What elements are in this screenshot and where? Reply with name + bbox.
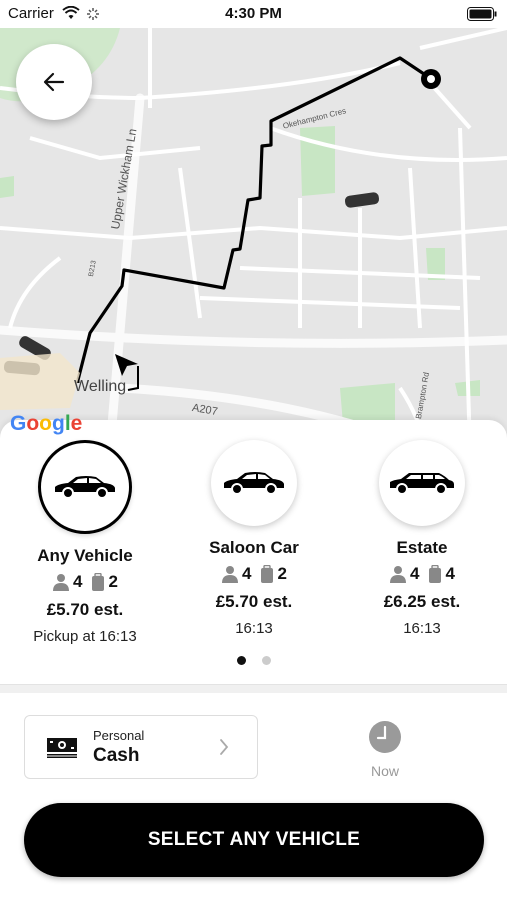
- chevron-right-icon: [220, 739, 229, 755]
- person-icon: [222, 566, 239, 583]
- estate-car-icon: [390, 473, 454, 495]
- person-icon: [53, 574, 70, 591]
- vehicle-option-estate[interactable]: Estate 4 4 £6.25 est. 16:13: [337, 440, 507, 637]
- saloon-car-icon: [224, 472, 284, 495]
- page-dot[interactable]: [261, 656, 271, 665]
- person-icon: [390, 566, 407, 583]
- luggage-count: 2: [277, 564, 287, 583]
- status-bar: Carrier 4:30 PM: [0, 0, 507, 28]
- payment-method-selector[interactable]: Personal Cash: [24, 715, 258, 779]
- vehicle-price: £5.70 est.: [46, 600, 124, 619]
- vehicle-name: Estate: [396, 538, 448, 557]
- luggage-count: 4: [445, 564, 455, 583]
- vehicle-name: Saloon Car: [209, 538, 299, 557]
- back-button[interactable]: [16, 44, 92, 120]
- vehicle-sheet: Any Vehicle 4 2 £5.70 est. Pickup at 16:…: [0, 420, 507, 900]
- vehicle-price: £5.70 est.: [215, 592, 293, 611]
- vehicle-image: [379, 440, 465, 526]
- schedule-label: Now: [370, 763, 399, 779]
- select-vehicle-button[interactable]: SELECT ANY VEHICLE: [24, 803, 484, 877]
- clock-icon: [369, 721, 401, 753]
- arrow-left-icon: [43, 72, 65, 92]
- vehicle-pickup-time: 16:13: [235, 620, 273, 637]
- vehicle-option-any[interactable]: Any Vehicle 4 2 £5.70 est. Pickup at 16:…: [0, 440, 170, 645]
- schedule-now-button[interactable]: Now: [360, 720, 410, 779]
- vehicle-capacity: 4 2: [0, 572, 170, 592]
- battery-icon: [467, 7, 497, 26]
- suitcase-icon: [91, 573, 104, 591]
- google-logo: Google: [10, 412, 83, 435]
- saloon-car-icon: [55, 476, 115, 499]
- passenger-count: 4: [73, 572, 83, 591]
- map-label-town: Welling: [74, 378, 127, 395]
- passenger-count: 4: [242, 564, 252, 583]
- vehicle-pickup-time: Pickup at 16:13: [33, 628, 137, 645]
- vehicle-option-saloon[interactable]: Saloon Car 4 2 £5.70 est. 16:13: [169, 440, 339, 637]
- suitcase-icon: [428, 565, 441, 583]
- luggage-count: 2: [108, 572, 118, 591]
- vehicle-price: £6.25 est.: [383, 592, 461, 611]
- vehicle-capacity: 4 2: [169, 564, 339, 584]
- status-time: 4:30 PM: [225, 5, 282, 22]
- vehicle-image: [211, 440, 297, 526]
- vehicle-pickup-time: 16:13: [403, 620, 441, 637]
- section-divider: [0, 684, 507, 693]
- page-dot-active[interactable]: [236, 656, 246, 665]
- suitcase-icon: [260, 565, 273, 583]
- vehicle-name: Any Vehicle: [37, 546, 133, 565]
- vehicle-capacity: 4 4: [337, 564, 507, 584]
- passenger-count: 4: [410, 564, 420, 583]
- page-indicator: [0, 656, 507, 665]
- payment-type: Personal: [93, 728, 145, 743]
- vehicle-image: [38, 440, 132, 534]
- banknote-icon: [47, 738, 77, 758]
- payment-method: Cash: [93, 745, 140, 766]
